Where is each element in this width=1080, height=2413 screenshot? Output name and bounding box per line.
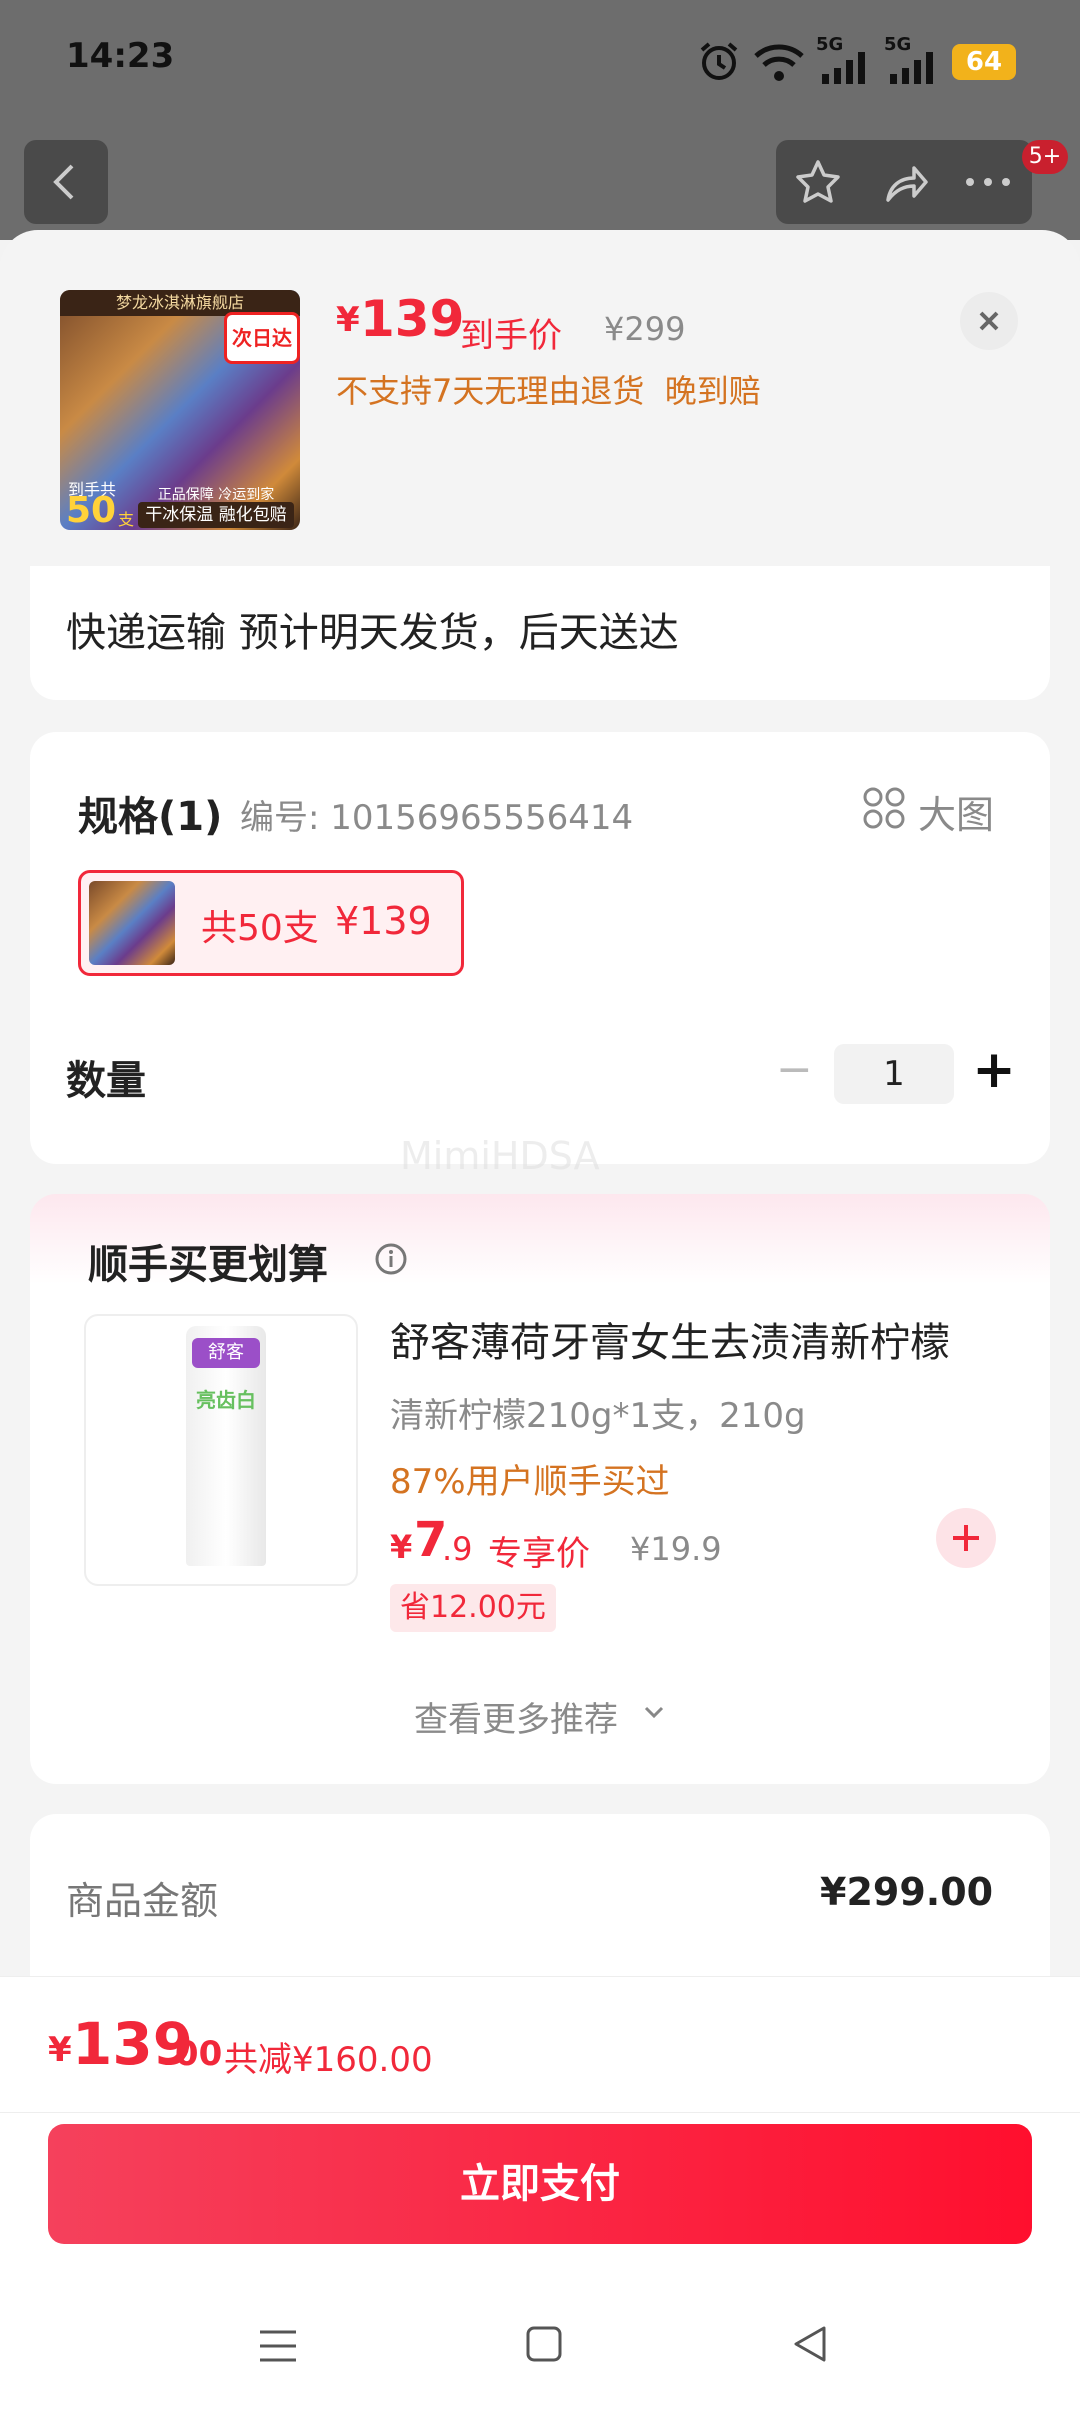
nav-action-group [776,140,1032,224]
service-tags: 不支持7天无理由退货 晚到赔 [336,372,761,410]
price-label: 到手价 [460,316,562,356]
share-icon[interactable] [880,156,932,208]
addon-social-proof: 87%用户顺手买过 [390,1462,670,1502]
spec-option-price: ¥139 [335,899,432,943]
summary-label: 商品金额 [66,1879,219,1923]
addon-product-name[interactable]: 舒客薄荷牙膏女生去渍清新柠檬 [390,1310,950,1368]
product-thumbnail[interactable]: 梦龙冰淇淋旗舰店 次日达 到手共 50 支 正品保障 冷运到家 干冰保温 融化包… [60,290,300,530]
quantity-plus-button[interactable]: + [972,1036,1016,1104]
spec-code: 编号: 10156965556414 [240,798,634,838]
wifi-icon [752,40,806,84]
addon-price-label: 专享价 [488,1534,590,1574]
original-price: ¥299 [604,310,686,348]
addon-product-variant: 清新柠檬210g*1支，210g [390,1396,806,1436]
watermark: MimiHDSA [400,1134,600,1178]
notification-badge: 5+ [1022,140,1068,174]
next-day-badge: 次日达 [224,312,300,364]
spec-title: 规格(1) [78,794,223,840]
system-back-icon[interactable] [790,2324,830,2364]
spec-option-thumbnail [89,881,175,965]
alarm-icon [696,38,742,84]
addon-product-image[interactable]: 舒客 亮齿白 [84,1314,358,1586]
quantity-input[interactable]: 1 [834,1044,954,1104]
total-currency: ¥ [48,2030,72,2070]
price-currency: ¥ [336,300,360,340]
addon-add-button[interactable] [936,1508,996,1568]
chevron-left-icon [53,164,74,200]
battery-indicator: 64 [952,44,1016,80]
home-icon[interactable] [524,2324,564,2364]
more-recommendations-link[interactable]: 查看更多推荐 [414,1692,618,1741]
signal-icon-2 [886,52,938,84]
back-button[interactable] [24,140,108,224]
quantity-label: 数量 [66,1058,146,1104]
plus-icon [953,1525,979,1551]
signal-icon [818,52,870,84]
close-icon [979,311,999,331]
summary-value: ¥299.00 [820,1870,994,1914]
total-discount: 共减¥160.00 [224,2040,433,2080]
grid-icon[interactable] [862,786,906,830]
menu-icon[interactable] [256,2326,300,2366]
pay-now-button[interactable]: 立即支付 [48,2124,1032,2244]
addon-price-currency: ¥ [390,1528,413,1566]
info-icon[interactable] [374,1242,408,1276]
total-dec: .00 [162,2034,223,2074]
addon-title: 顺手买更划算 [88,1242,328,1288]
close-button[interactable] [960,292,1018,350]
addon-original-price: ¥19.9 [630,1530,722,1568]
toothpaste-tube: 舒客 亮齿白 [186,1326,266,1566]
chevron-down-icon [640,1700,668,1724]
spec-option-label: 共50支 [201,908,319,949]
more-icon[interactable] [960,160,1016,204]
quantity-minus-button[interactable]: − [776,1040,813,1100]
delivery-text: 快递运输 预计明天发货，后天送达 [66,610,679,656]
large-view-link[interactable]: 大图 [918,784,994,839]
star-icon[interactable] [792,156,844,208]
addon-price-dec: .9 [442,1530,473,1568]
status-time: 14:23 [66,36,175,76]
spec-option[interactable]: 共50支 ¥139 [78,870,464,976]
divider [0,2112,1080,2113]
addon-savings-badge: 省12.00元 [390,1584,556,1632]
price-value: 139 [360,290,465,348]
